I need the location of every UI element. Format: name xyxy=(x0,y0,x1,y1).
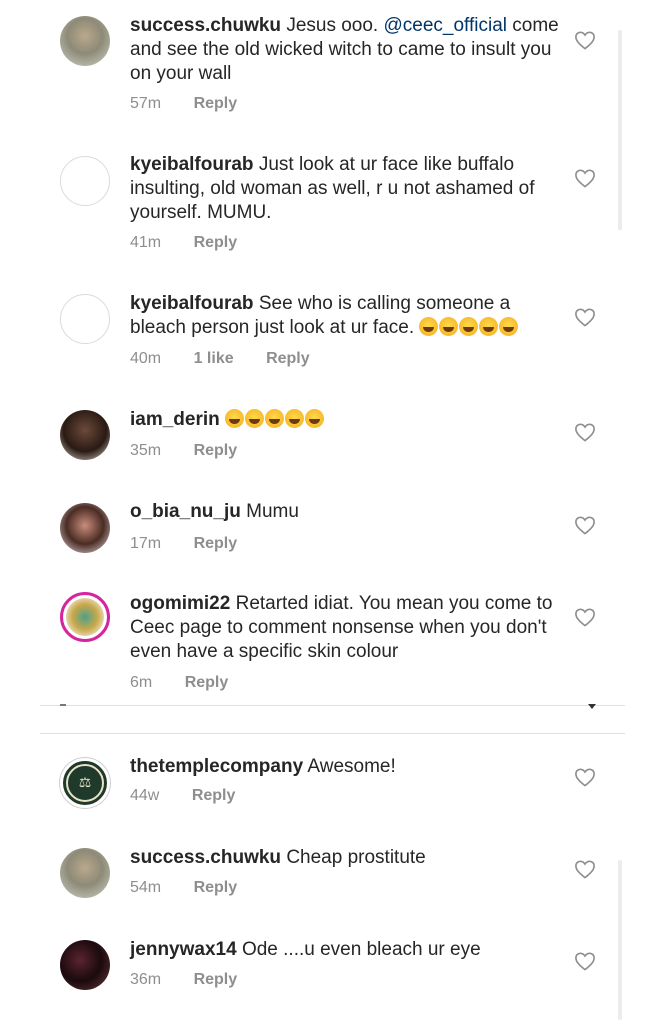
heart-outline-icon[interactable] xyxy=(574,168,596,188)
avatar[interactable] xyxy=(60,16,110,66)
comment-body: kyeibalfourab See who is calling someone… xyxy=(130,292,560,340)
comment-body: o_bia_nu_ju Mumu xyxy=(130,500,560,524)
reply-button[interactable]: Reply xyxy=(194,535,238,552)
comment-text: Jesus ooo. xyxy=(286,15,384,36)
avatar[interactable]: ⚖ xyxy=(60,758,110,808)
divider xyxy=(40,705,625,706)
comment-mention[interactable]: @ceec_official xyxy=(383,15,507,36)
comment-username[interactable]: kyeibalfourab xyxy=(130,154,254,175)
comment-meta: 54m Reply xyxy=(130,879,237,897)
comment-username[interactable]: kyeibalfourab xyxy=(130,293,254,314)
comment-username[interactable]: thetemplecompany xyxy=(130,756,303,777)
avatar[interactable] xyxy=(60,503,110,553)
comment-text: Mumu xyxy=(246,501,299,522)
heart-outline-icon[interactable] xyxy=(574,951,596,971)
heart-outline-icon[interactable] xyxy=(574,30,596,50)
avatar[interactable] xyxy=(60,592,110,642)
heart-outline-icon[interactable] xyxy=(574,515,596,535)
emoji-icon xyxy=(265,409,285,428)
avatar[interactable] xyxy=(60,848,110,898)
reply-button[interactable]: Reply xyxy=(266,350,310,367)
comment-meta: 35m Reply xyxy=(130,442,237,460)
emoji-group xyxy=(419,317,519,338)
avatar[interactable] xyxy=(60,940,110,990)
avatar[interactable] xyxy=(60,294,110,344)
comment-time: 17m xyxy=(130,535,162,552)
comment-text: Awesome! xyxy=(307,756,396,777)
comment-username[interactable]: success.chuwku xyxy=(130,15,281,36)
comment-time: 54m xyxy=(130,879,162,896)
comment-username[interactable]: o_bia_nu_ju xyxy=(130,501,241,522)
divider xyxy=(40,733,625,734)
comment-body: success.chuwku Jesus ooo. @ceec_official… xyxy=(130,14,560,86)
emoji-icon xyxy=(439,317,459,336)
heart-outline-icon[interactable] xyxy=(574,307,596,327)
comment-time: 36m xyxy=(130,971,162,988)
likes-count[interactable]: 1 like xyxy=(194,350,234,367)
reply-button[interactable]: Reply xyxy=(192,787,236,804)
comment-meta: 36m Reply xyxy=(130,971,237,989)
comment-username[interactable]: jennywax14 xyxy=(130,939,237,960)
comment-time: 57m xyxy=(130,95,162,112)
heart-outline-icon[interactable] xyxy=(574,607,596,627)
comment-username[interactable]: iam_derin xyxy=(130,409,220,430)
emoji-icon xyxy=(305,409,325,428)
comment-time: 41m xyxy=(130,234,162,251)
comment-time: 44w xyxy=(130,787,160,804)
comment-time: 6m xyxy=(130,674,153,691)
comment-meta: 41m Reply xyxy=(130,234,237,252)
comment-time: 35m xyxy=(130,442,162,459)
back-arrow-icon xyxy=(60,704,66,706)
heart-outline-icon[interactable] xyxy=(574,767,596,787)
comment-username[interactable]: success.chuwku xyxy=(130,847,281,868)
comment-meta: 57m Reply xyxy=(130,95,237,113)
comment-meta: 44w Reply xyxy=(130,787,235,805)
reply-button[interactable]: Reply xyxy=(194,442,238,459)
comment-username[interactable]: ogomimi22 xyxy=(130,593,230,614)
comment-body: success.chuwku Cheap prostitute xyxy=(130,846,560,870)
emoji-icon xyxy=(245,409,265,428)
reply-button[interactable]: Reply xyxy=(194,95,238,112)
emoji-icon xyxy=(225,409,245,428)
comment-text: Ode ....u even bleach ur eye xyxy=(241,939,481,960)
comment-time: 40m xyxy=(130,350,162,367)
comment-body: kyeibalfourab Just look at ur face like … xyxy=(130,153,560,225)
comment-body: thetemplecompany Awesome! xyxy=(130,755,560,779)
reply-button[interactable]: Reply xyxy=(185,674,229,691)
emoji-icon xyxy=(419,317,439,336)
avatar[interactable] xyxy=(60,410,110,460)
comment-body: iam_derin xyxy=(130,408,560,432)
comment-meta: 40m 1 like Reply xyxy=(130,350,310,368)
chevron-down-icon xyxy=(588,704,596,709)
comment-body: jennywax14 Ode ....u even bleach ur eye xyxy=(130,938,560,962)
emoji-group xyxy=(225,409,325,430)
heart-outline-icon[interactable] xyxy=(574,859,596,879)
logo-icon: ⚖ xyxy=(66,764,104,802)
reply-button[interactable]: Reply xyxy=(194,971,238,988)
comment-meta: 6m Reply xyxy=(130,674,228,692)
emoji-icon xyxy=(479,317,499,336)
avatar[interactable] xyxy=(60,156,110,206)
comment-body: ogomimi22 Retarted idiat. You mean you c… xyxy=(130,592,560,664)
emoji-icon xyxy=(459,317,479,336)
scrollbar[interactable] xyxy=(618,30,622,230)
emoji-icon xyxy=(499,317,519,336)
comment-meta: 17m Reply xyxy=(130,535,237,553)
comment-text: Cheap prostitute xyxy=(286,847,426,868)
emoji-icon xyxy=(285,409,305,428)
heart-outline-icon[interactable] xyxy=(574,422,596,442)
scrollbar[interactable] xyxy=(618,860,622,1020)
reply-button[interactable]: Reply xyxy=(194,234,238,251)
reply-button[interactable]: Reply xyxy=(194,879,238,896)
